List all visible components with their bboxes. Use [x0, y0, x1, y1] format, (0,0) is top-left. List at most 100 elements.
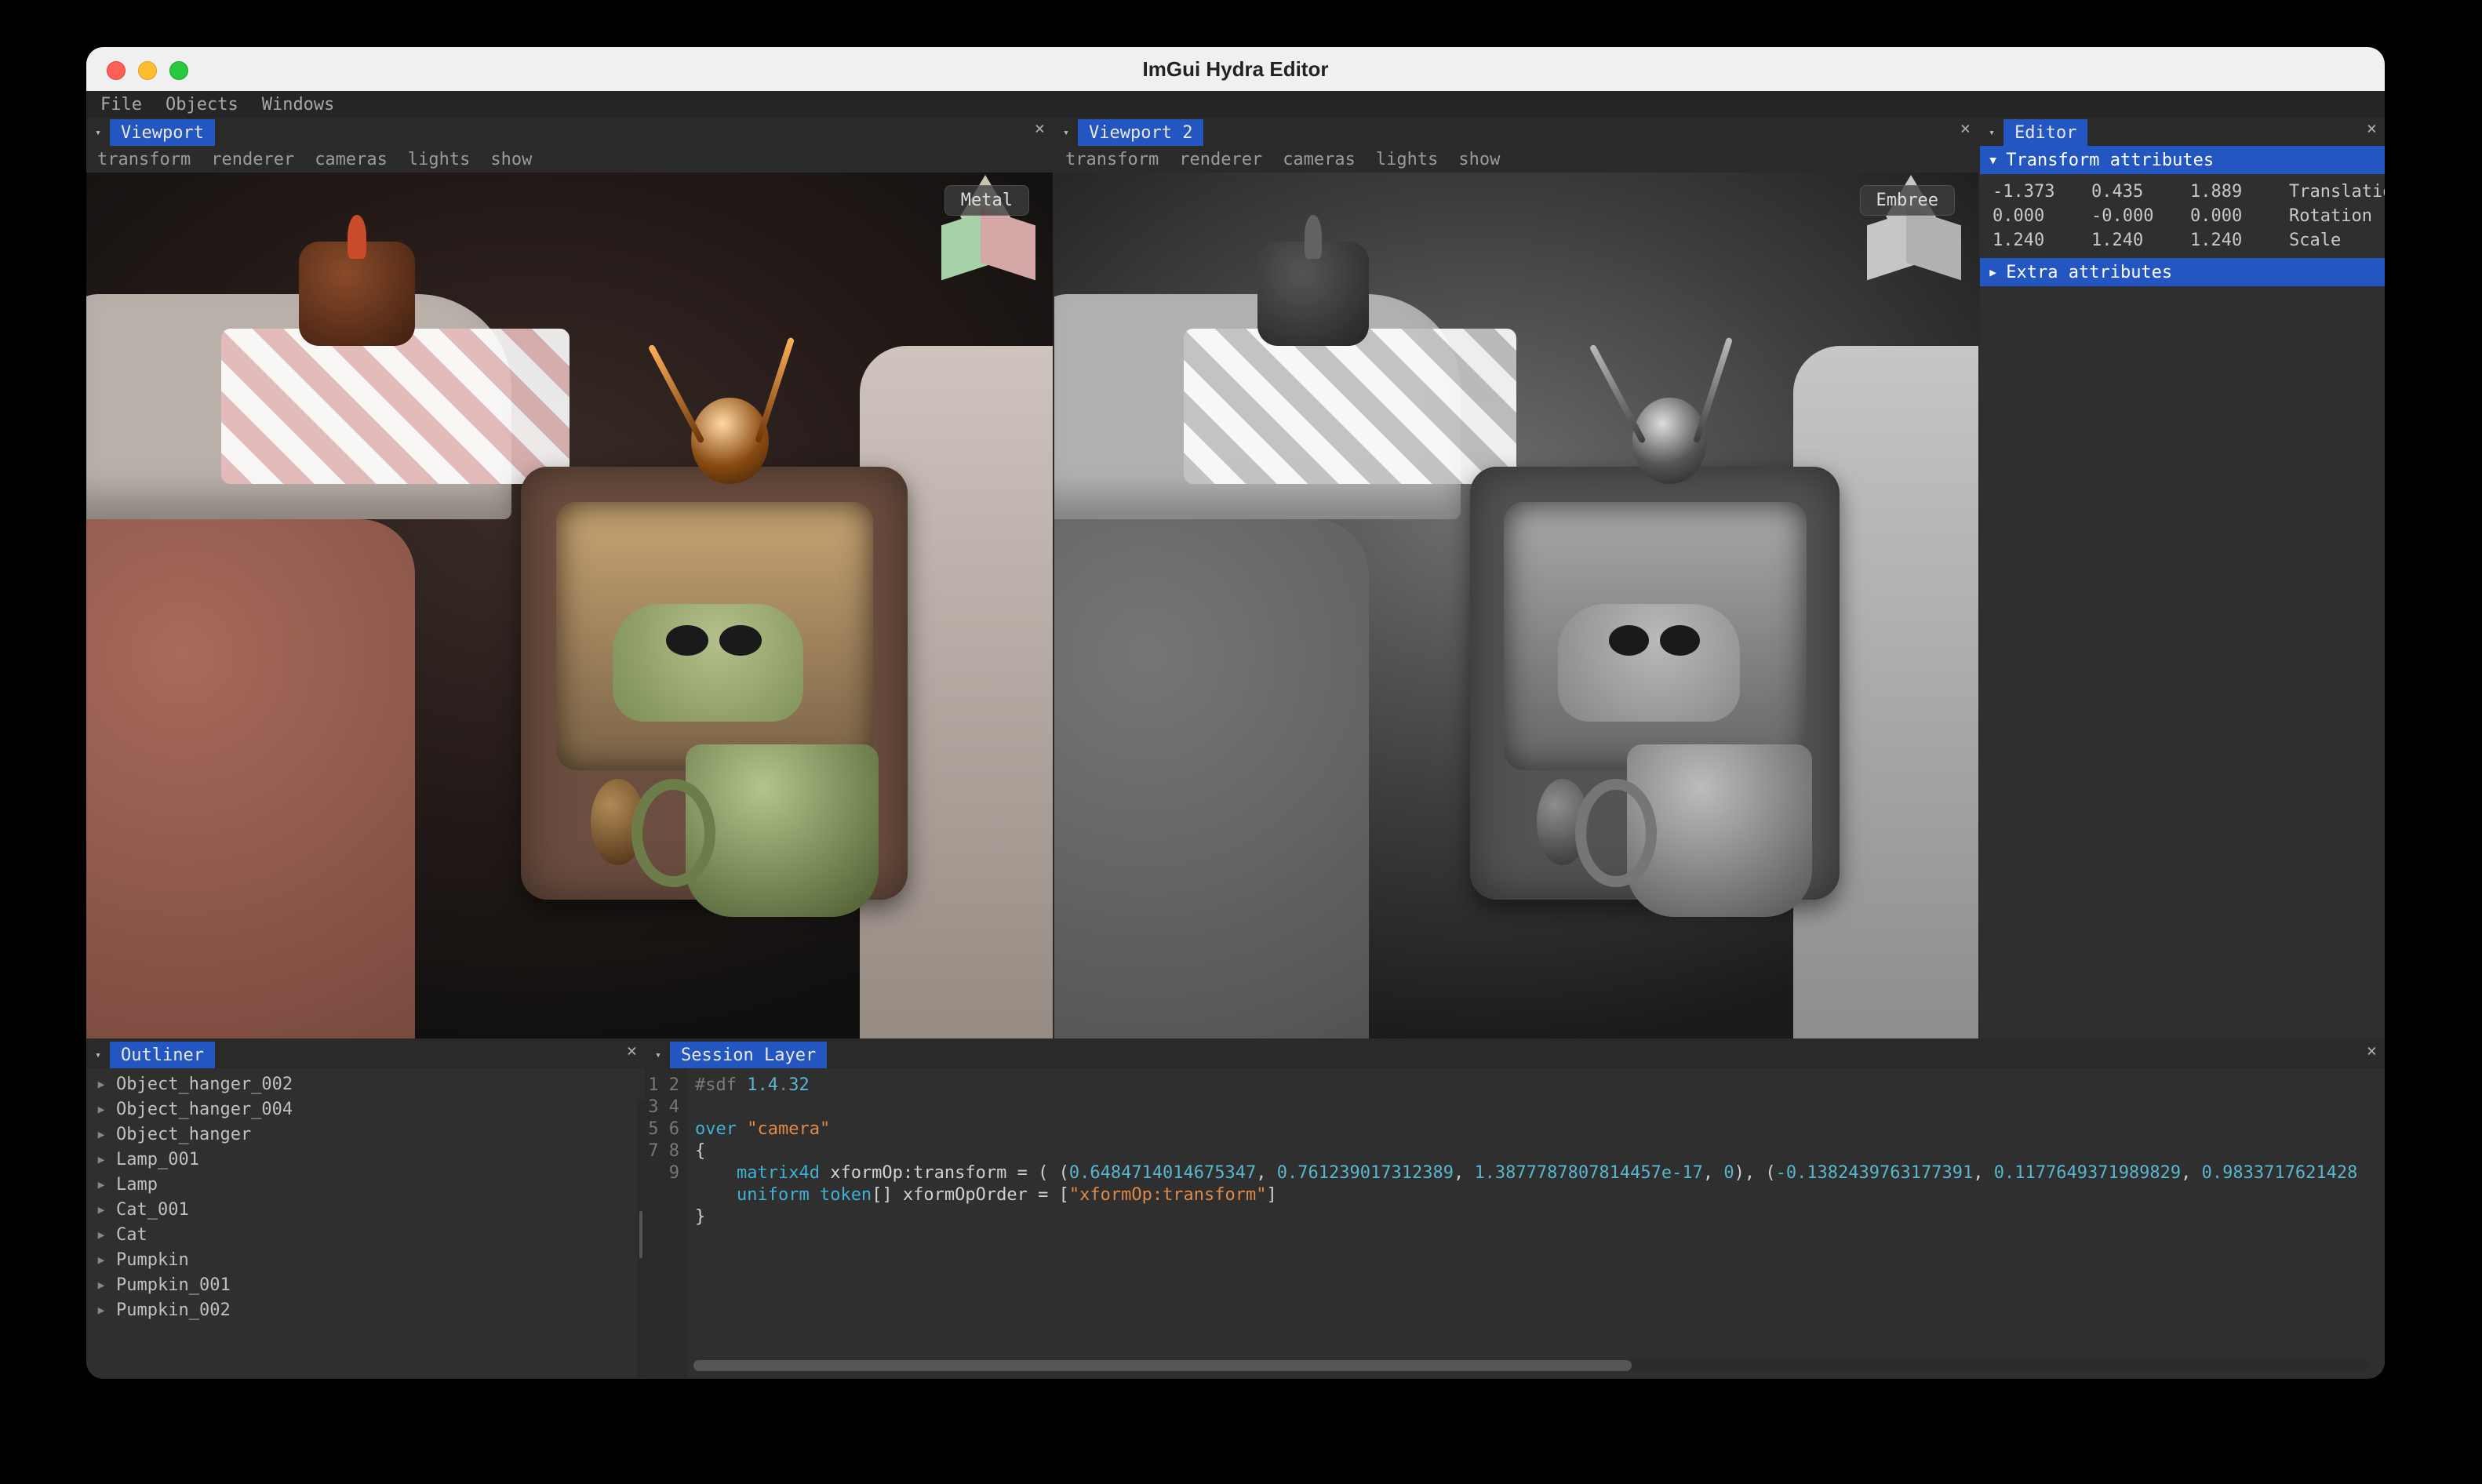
- titlebar: ImGui Hydra Editor: [86, 47, 2385, 91]
- panel-viewport-1: Viewport × transform renderer cameras li…: [86, 118, 1053, 1038]
- label-rotation: Rotation: [2289, 206, 2385, 226]
- outliner-item[interactable]: Pumpkin_002: [94, 1297, 645, 1322]
- code-editor[interactable]: 1 2 3 4 5 6 7 8 9 #sdf 1.4.32 over "came…: [646, 1068, 2385, 1377]
- val-tx[interactable]: -1.373: [1993, 182, 2079, 202]
- vp-menu-transform[interactable]: transform: [97, 150, 191, 169]
- vp-menu-cameras[interactable]: cameras: [1283, 150, 1356, 169]
- menubar: File Objects Windows: [86, 91, 2385, 118]
- section-title: Extra attributes: [2006, 263, 2172, 282]
- chevron-right-icon: [94, 1250, 108, 1270]
- chevron-right-icon: [94, 1225, 108, 1245]
- transform-grid: -1.373 0.435 1.889 Translation 0.000 -0.…: [1980, 174, 2385, 258]
- horizontal-scrollbar[interactable]: [693, 1360, 2369, 1371]
- chevron-right-icon: [94, 1175, 108, 1195]
- tab-close-icon[interactable]: ×: [1027, 119, 1053, 146]
- tab-close-icon[interactable]: ×: [2359, 119, 2385, 146]
- tab-viewport-2[interactable]: Viewport 2: [1078, 119, 1203, 146]
- panel-menu-icon[interactable]: [86, 1042, 110, 1068]
- chevron-down-icon: [1988, 151, 1998, 170]
- outliner-item-label: Object_hanger_004: [116, 1100, 293, 1119]
- tab-outliner[interactable]: Outliner: [110, 1042, 215, 1068]
- chevron-right-icon: [94, 1075, 108, 1094]
- panel-splitter[interactable]: [637, 1100, 645, 1377]
- menu-objects[interactable]: Objects: [166, 95, 238, 115]
- outliner-item-label: Lamp: [116, 1175, 158, 1195]
- tab-label: Viewport 2: [1089, 123, 1192, 143]
- outliner-item-label: Pumpkin_001: [116, 1275, 231, 1295]
- orientation-gizmo[interactable]: [1861, 204, 1955, 298]
- outliner-item[interactable]: Cat: [94, 1222, 645, 1247]
- val-ty[interactable]: 0.435: [2091, 182, 2178, 202]
- panel-menu-icon[interactable]: [1980, 119, 2003, 146]
- vp-menu-show[interactable]: show: [490, 150, 532, 169]
- vp-menu-cameras[interactable]: cameras: [315, 150, 388, 169]
- chevron-right-icon: [94, 1275, 108, 1295]
- window-close-button[interactable]: [107, 61, 126, 80]
- code-text[interactable]: #sdf 1.4.32 over "camera" { matrix4d xfo…: [687, 1068, 2385, 1377]
- vp-menu-renderer[interactable]: renderer: [211, 150, 294, 169]
- outliner-item[interactable]: Object_hanger_004: [94, 1097, 645, 1122]
- val-tz[interactable]: 1.889: [2190, 182, 2276, 202]
- viewport-toolbar: transform renderer cameras lights show: [86, 146, 1053, 173]
- panel-editor: Editor × Transform attributes -1.373 0.4…: [1980, 118, 2385, 1038]
- panel-viewport-2: Viewport 2 × transform renderer cameras …: [1054, 118, 1978, 1038]
- vp-menu-lights[interactable]: lights: [1376, 150, 1438, 169]
- section-transform-attributes[interactable]: Transform attributes: [1980, 146, 2385, 174]
- viewport-canvas[interactable]: Metal: [86, 173, 1053, 1038]
- chevron-right-icon: [94, 1125, 108, 1144]
- tab-viewport[interactable]: Viewport: [110, 119, 215, 146]
- tab-close-icon[interactable]: ×: [1952, 119, 1978, 146]
- tab-session-layer[interactable]: Session Layer: [670, 1042, 827, 1068]
- label-scale: Scale: [2289, 231, 2385, 250]
- app-window: ImGui Hydra Editor File Objects Windows …: [86, 47, 2385, 1379]
- outliner-item[interactable]: Pumpkin: [94, 1247, 645, 1272]
- panel-session-layer: Session Layer × 1 2 3 4 5 6 7 8 9 #sdf 1…: [646, 1040, 2385, 1377]
- panel-menu-icon[interactable]: [1054, 119, 1078, 146]
- outliner-item-label: Pumpkin_002: [116, 1300, 231, 1320]
- window-minimize-button[interactable]: [138, 61, 157, 80]
- tab-label: Editor: [2014, 123, 2076, 143]
- vp-menu-renderer[interactable]: renderer: [1179, 150, 1262, 169]
- menu-windows[interactable]: Windows: [262, 95, 335, 115]
- window-zoom-button[interactable]: [169, 61, 188, 80]
- outliner-item[interactable]: Pumpkin_001: [94, 1272, 645, 1297]
- chevron-right-icon: [94, 1150, 108, 1169]
- chevron-right-icon: [1988, 263, 1998, 282]
- outliner-item[interactable]: Lamp_001: [94, 1147, 645, 1172]
- chevron-right-icon: [94, 1100, 108, 1119]
- vp-menu-show[interactable]: show: [1458, 150, 1500, 169]
- val-sx[interactable]: 1.240: [1993, 231, 2079, 250]
- tab-close-icon[interactable]: ×: [2359, 1042, 2385, 1068]
- tab-label: Viewport: [121, 123, 204, 143]
- vp-menu-lights[interactable]: lights: [408, 150, 470, 169]
- outliner-item[interactable]: Cat_001: [94, 1197, 645, 1222]
- outliner-item-label: Cat_001: [116, 1200, 189, 1220]
- menu-file[interactable]: File: [100, 95, 142, 115]
- chevron-right-icon: [94, 1300, 108, 1320]
- val-rx[interactable]: 0.000: [1993, 206, 2079, 226]
- tab-close-icon[interactable]: ×: [619, 1042, 645, 1068]
- val-ry[interactable]: -0.000: [2091, 206, 2178, 226]
- vp-menu-transform[interactable]: transform: [1065, 150, 1159, 169]
- outliner-item[interactable]: Object_hanger: [94, 1122, 645, 1147]
- orientation-gizmo[interactable]: [935, 204, 1029, 298]
- val-sz[interactable]: 1.240: [2190, 231, 2276, 250]
- renderer-badge: Metal: [944, 185, 1029, 216]
- val-sy[interactable]: 1.240: [2091, 231, 2178, 250]
- panel-menu-icon[interactable]: [646, 1042, 670, 1068]
- outliner-item-label: Object_hanger_002: [116, 1075, 293, 1094]
- tab-editor[interactable]: Editor: [2003, 119, 2087, 146]
- viewport-canvas[interactable]: Embree: [1054, 173, 1978, 1038]
- section-title: Transform attributes: [2006, 151, 2214, 170]
- outliner-item-label: Object_hanger: [116, 1125, 251, 1144]
- outliner-item[interactable]: Object_hanger_002: [94, 1071, 645, 1097]
- outliner-item[interactable]: Lamp: [94, 1172, 645, 1197]
- tab-label: Outliner: [121, 1046, 204, 1065]
- panel-menu-icon[interactable]: [86, 119, 110, 146]
- outliner-tree[interactable]: Object_hanger_002 Object_hanger_004 Object…: [86, 1068, 645, 1322]
- window-title: ImGui Hydra Editor: [86, 57, 2385, 82]
- outliner-item-label: Pumpkin: [116, 1250, 189, 1270]
- val-rz[interactable]: 0.000: [2190, 206, 2276, 226]
- section-extra-attributes[interactable]: Extra attributes: [1980, 258, 2385, 286]
- outliner-item-label: Lamp_001: [116, 1150, 199, 1169]
